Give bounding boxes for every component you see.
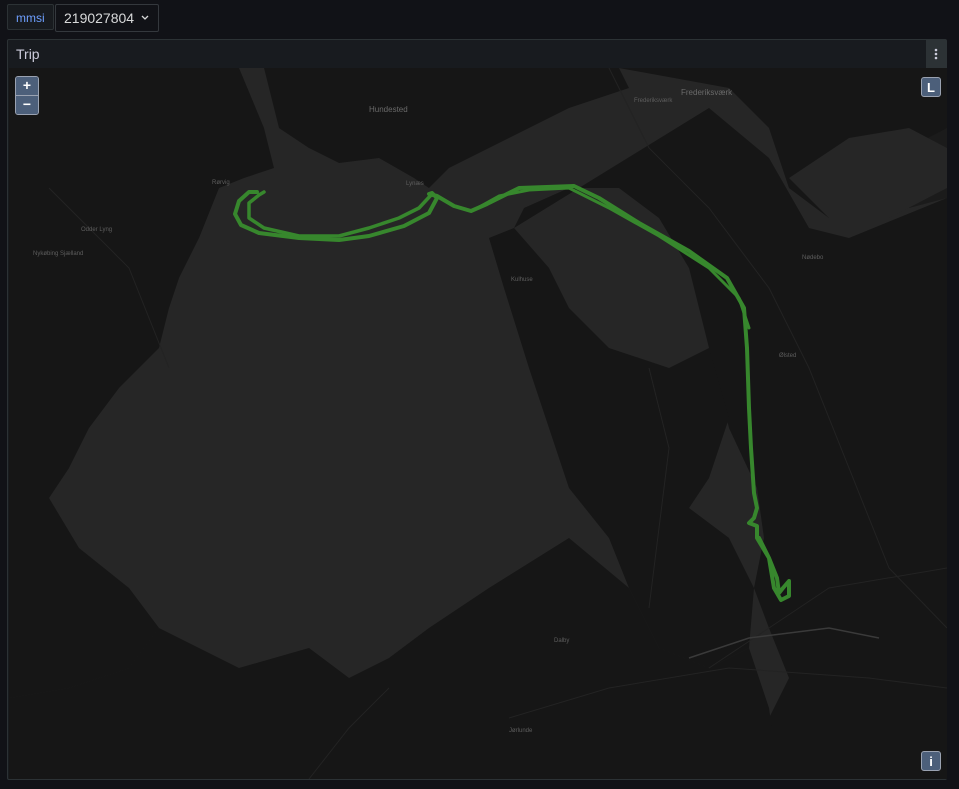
zoom-in-button[interactable]: + xyxy=(16,77,38,95)
variables-bar: mmsi 219027804 xyxy=(0,0,959,38)
zoom-out-button[interactable]: − xyxy=(16,95,38,114)
mmsi-value: 219027804 xyxy=(64,10,135,26)
chevron-down-icon xyxy=(140,13,150,23)
place-label: Jørlunde xyxy=(509,728,533,734)
geomap[interactable]: Hundested Frederiksværk Rørvig Lynæs Fre… xyxy=(9,68,947,779)
attribution-info-button[interactable]: i xyxy=(921,751,941,771)
place-label: Rørvig xyxy=(212,180,230,186)
place-label: Nykøbing Sjælland xyxy=(33,251,84,257)
place-label: Frederiksværk xyxy=(681,88,733,97)
place-label: Ølsted xyxy=(779,353,797,359)
map-canvas xyxy=(9,68,947,779)
panel-menu-button[interactable] xyxy=(926,40,946,68)
zoom-control: + − xyxy=(15,76,39,115)
place-label: Lynæs xyxy=(406,181,424,187)
place-label: Hundested xyxy=(369,105,408,114)
place-label: Kulhuse xyxy=(511,277,533,283)
mmsi-select[interactable]: 219027804 xyxy=(55,4,160,32)
panel-title: Trip xyxy=(16,46,40,62)
trip-panel: Trip Hundested Frederiksværk Rørvig Lynæ… xyxy=(7,39,947,780)
more-vertical-icon xyxy=(934,48,938,60)
panel-header: Trip xyxy=(8,40,946,68)
place-label: Nødebo xyxy=(802,255,824,261)
place-label: Dalby xyxy=(554,638,570,644)
variable-label-mmsi: mmsi xyxy=(7,4,54,30)
place-label: Odder Lyng xyxy=(81,227,113,233)
place-label: Frederiksværk xyxy=(634,98,673,104)
layer-switcher-button[interactable]: L xyxy=(921,77,941,97)
